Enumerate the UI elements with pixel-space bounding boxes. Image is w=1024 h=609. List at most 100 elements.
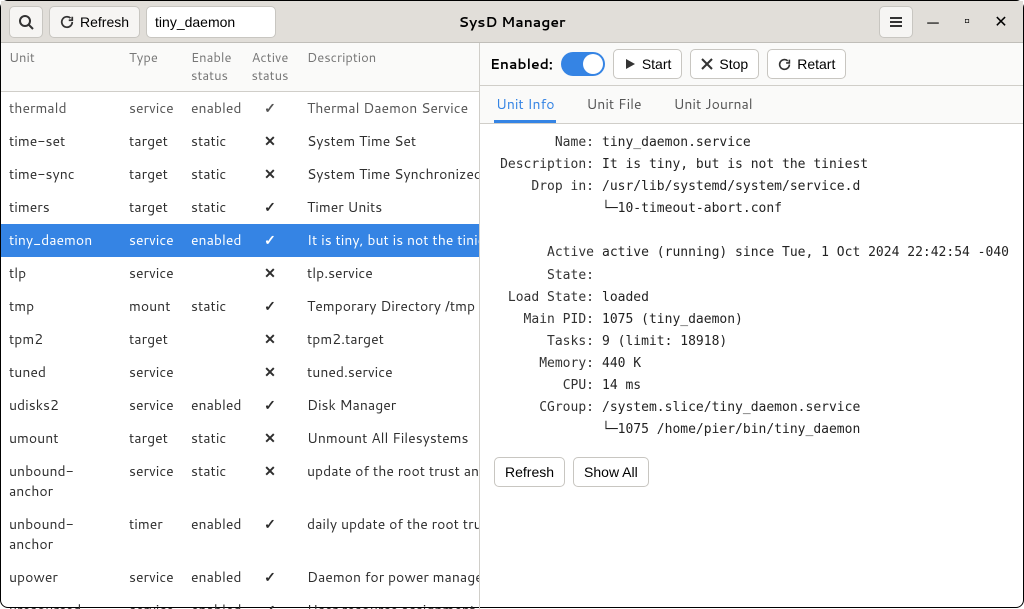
info-showall-button[interactable]: Show All	[573, 457, 649, 487]
info-actions: Refresh Show All	[480, 449, 1023, 495]
search-button[interactable]	[9, 6, 43, 38]
table-row[interactable]: time-settargetstatic✕System Time Set	[1, 125, 479, 158]
info-row: Memory:440 K	[494, 353, 1009, 375]
restart-button[interactable]: Retart	[767, 49, 846, 79]
info-label	[494, 419, 602, 441]
tab-unit-info[interactable]: Unit Info	[494, 86, 556, 123]
col-desc[interactable]: Description	[299, 43, 479, 91]
cell-desc: System Time Set	[299, 125, 479, 157]
table-row[interactable]: thermaldserviceenabled✓Thermal Daemon Se…	[1, 92, 479, 125]
tabs: Unit Info Unit File Unit Journal	[480, 86, 1023, 124]
hamburger-icon	[888, 14, 904, 30]
table-row[interactable]: umounttargetstatic✕Unmount All Filesyste…	[1, 422, 479, 455]
info-value: loaded	[602, 287, 1009, 309]
cell-unit: umount	[1, 422, 121, 454]
tab-unit-journal[interactable]: Unit Journal	[672, 86, 755, 123]
cell-enable: enabled	[183, 389, 241, 421]
cell-unit: tpm2	[1, 323, 121, 355]
stop-label: Stop	[719, 56, 748, 72]
table-row[interactable]: tunedservice✕tuned.service	[1, 356, 479, 389]
cell-unit: time-sync	[1, 158, 121, 190]
cell-desc: tuned.service	[299, 356, 479, 388]
search-input[interactable]	[146, 6, 276, 38]
cell-unit: time-set	[1, 125, 121, 157]
info-row: Load State:loaded	[494, 287, 1009, 309]
cell-unit: thermald	[1, 92, 121, 124]
cell-unit: tlp	[1, 257, 121, 289]
start-button[interactable]: Start	[613, 49, 683, 79]
info-value: └─1075 /home/pier/bin/tiny_daemon	[602, 419, 1009, 441]
table-row[interactable]: tpm2target✕tpm2.target	[1, 323, 479, 356]
col-active[interactable]: Active status	[241, 43, 299, 91]
cell-desc: tpm2.target	[299, 323, 479, 355]
tab-unit-file[interactable]: Unit File	[584, 86, 643, 123]
cell-enable: static	[183, 191, 241, 223]
col-unit[interactable]: Unit	[1, 43, 121, 91]
cell-type: target	[121, 323, 183, 355]
start-label: Start	[642, 56, 672, 72]
cell-unit: uresourced	[1, 594, 121, 609]
info-label: Memory:	[494, 353, 602, 375]
unit-info: Name:tiny_daemon.serviceDescription:It i…	[480, 124, 1023, 449]
info-refresh-button[interactable]: Refresh	[494, 457, 565, 487]
table-row[interactable]: unbound-anchorservicestatic✕update of th…	[1, 455, 479, 508]
info-label	[494, 198, 602, 220]
cell-active: ✓	[241, 92, 299, 124]
info-value: 9 (limit: 18918)	[602, 331, 1009, 353]
info-value: 1075 (tiny_daemon)	[602, 309, 1009, 331]
table-row[interactable]: udisks2serviceenabled✓Disk Manager	[1, 389, 479, 422]
refresh-icon	[60, 15, 74, 29]
cell-active: ✓	[241, 594, 299, 609]
table-row[interactable]: timerstargetstatic✓Timer Units	[1, 191, 479, 224]
cell-type: timer	[121, 508, 183, 560]
table-row[interactable]: tlpservice✕tlp.service	[1, 257, 479, 290]
cell-desc: It is tiny, but is not the tiniest	[299, 224, 479, 256]
maximize-button[interactable]: ▫	[953, 8, 981, 36]
cell-type: service	[121, 389, 183, 421]
table-row[interactable]: tiny_daemonserviceenabled✓It is tiny, bu…	[1, 224, 479, 257]
cell-active: ✕	[241, 422, 299, 454]
cell-enable: static	[183, 158, 241, 190]
cell-unit: unbound-anchor	[1, 455, 121, 507]
enabled-toggle[interactable]	[561, 52, 605, 76]
info-label: Load State:	[494, 287, 602, 309]
info-row: └─1075 /home/pier/bin/tiny_daemon	[494, 419, 1009, 441]
info-row: CGroup:/system.slice/tiny_daemon.service	[494, 397, 1009, 419]
table-row[interactable]: tmpmountstatic✓Temporary Directory /tmp	[1, 290, 479, 323]
info-value: It is tiny, but is not the tiniest	[602, 154, 1009, 176]
col-type[interactable]: Type	[121, 43, 183, 91]
cell-active: ✓	[241, 224, 299, 256]
cell-type: target	[121, 422, 183, 454]
cell-type: target	[121, 158, 183, 190]
cell-enable: enabled	[183, 224, 241, 256]
info-label: Main PID:	[494, 309, 602, 331]
refresh-label: Refresh	[80, 14, 129, 30]
cell-type: target	[121, 191, 183, 223]
cell-desc: Thermal Daemon Service	[299, 92, 479, 124]
close-icon: ✕	[994, 12, 1007, 32]
unit-list-panel: Unit Type Enable status Active status De…	[1, 43, 480, 609]
cell-type: target	[121, 125, 183, 157]
table-row[interactable]: upowerserviceenabled✓Daemon for power ma…	[1, 561, 479, 594]
minimize-button[interactable]: －	[919, 8, 947, 36]
table-row[interactable]: unbound-anchortimerenabled✓daily update …	[1, 508, 479, 561]
cell-desc: Temporary Directory /tmp	[299, 290, 479, 322]
refresh-button[interactable]: Refresh	[49, 6, 140, 38]
info-row: Drop in:/usr/lib/systemd/system/service.…	[494, 176, 1009, 198]
col-enable[interactable]: Enable status	[183, 43, 241, 91]
cell-active: ✕	[241, 356, 299, 388]
info-row: Active State:active (running) since Tue,…	[494, 242, 1009, 286]
table-row[interactable]: time-synctargetstatic✕System Time Synchr…	[1, 158, 479, 191]
stop-button[interactable]: Stop	[690, 49, 759, 79]
info-row: Main PID:1075 (tiny_daemon)	[494, 309, 1009, 331]
info-label: CPU:	[494, 375, 602, 397]
info-row: Name:tiny_daemon.service	[494, 132, 1009, 154]
cell-desc: User resource assignment daemon	[299, 594, 479, 609]
close-button[interactable]: ✕	[987, 8, 1015, 36]
cell-unit: unbound-anchor	[1, 508, 121, 560]
restart-icon	[778, 58, 791, 71]
table-row[interactable]: uresourcedserviceenabled✓User resource a…	[1, 594, 479, 609]
cell-enable: static	[183, 125, 241, 157]
hamburger-button[interactable]	[879, 6, 913, 38]
cell-enable: enabled	[183, 508, 241, 560]
